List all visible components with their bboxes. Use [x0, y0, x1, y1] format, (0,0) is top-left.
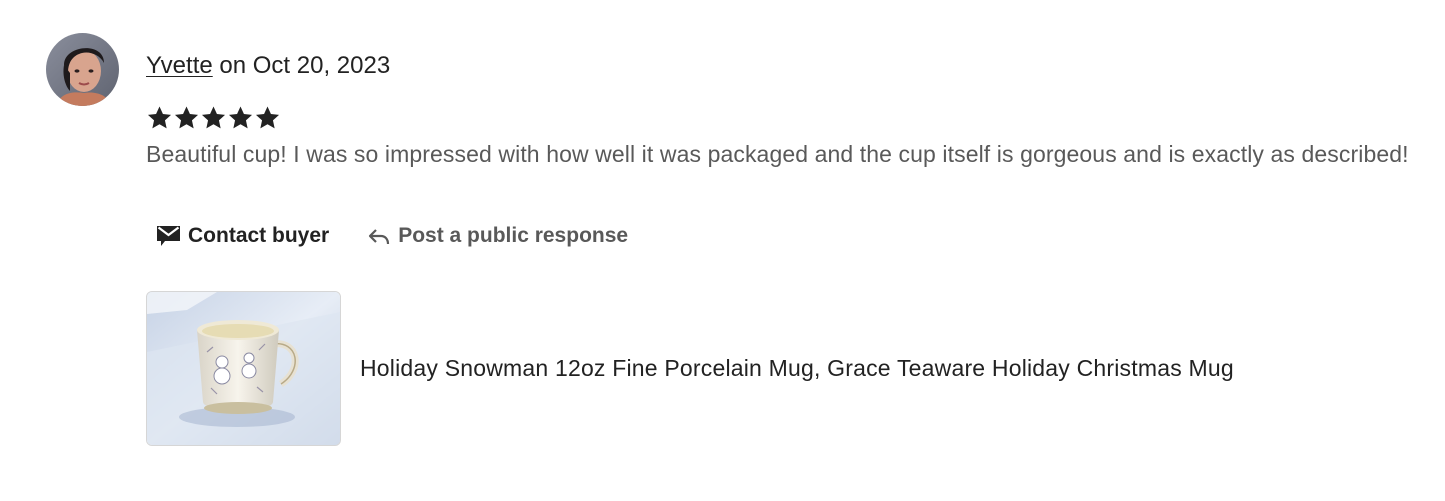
- post-public-response-label: Post a public response: [398, 224, 629, 247]
- reviewed-product-link[interactable]: Holiday Snowman 12oz Fine Porcelain Mug,…: [146, 291, 1234, 446]
- review-actions: Contact buyer Post a public response: [146, 216, 628, 256]
- contact-buyer-label: Contact buyer: [188, 224, 330, 247]
- star-icon: [174, 106, 199, 129]
- star-icon: [228, 106, 253, 129]
- reviewer-name-link[interactable]: Yvette: [146, 52, 213, 79]
- review-date: on Oct 20, 2023: [212, 52, 391, 79]
- reply-arrow-icon: [367, 225, 391, 247]
- reviewer-avatar[interactable]: [46, 33, 119, 106]
- star-icon: [201, 106, 226, 129]
- star-rating: [146, 104, 281, 132]
- post-public-response-button[interactable]: Post a public response: [367, 224, 628, 248]
- review-text: Beautiful cup! I was so impressed with h…: [146, 141, 1409, 167]
- envelope-icon: [156, 225, 181, 247]
- star-icon: [255, 106, 280, 129]
- product-thumbnail[interactable]: [146, 291, 341, 446]
- contact-buyer-button[interactable]: Contact buyer: [146, 224, 329, 248]
- product-title[interactable]: Holiday Snowman 12oz Fine Porcelain Mug,…: [360, 355, 1234, 382]
- star-icon: [147, 106, 172, 129]
- review-header: Yvette on Oct 20, 2023: [146, 51, 390, 81]
